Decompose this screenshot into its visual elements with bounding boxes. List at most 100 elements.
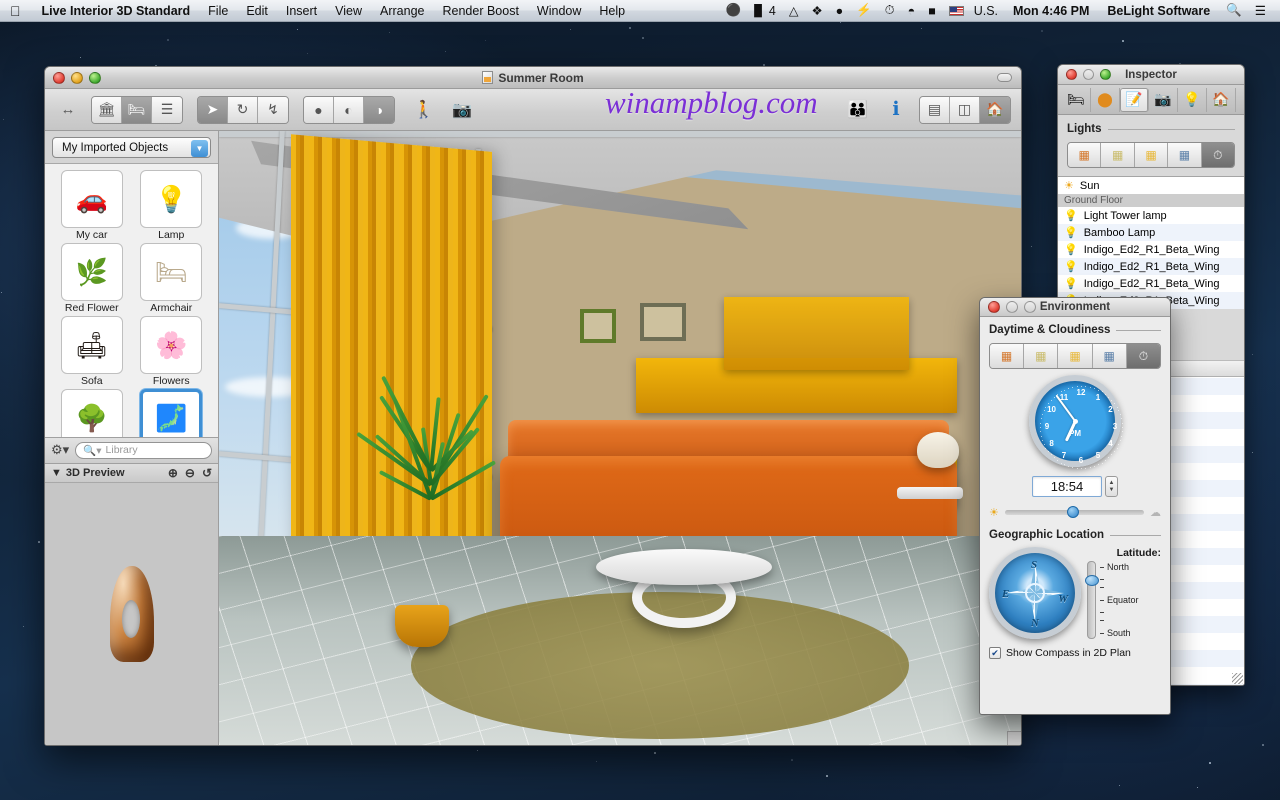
- lights-list-row[interactable]: 💡 Bamboo Lamp: [1058, 224, 1244, 241]
- library-item-red-flower[interactable]: 🌿 Red Flower: [53, 243, 131, 314]
- menu-edit[interactable]: Edit: [237, 4, 277, 18]
- library-item-lamp[interactable]: 💡 Lamp: [133, 170, 211, 241]
- menu-file[interactable]: File: [199, 4, 237, 18]
- compass-widget[interactable]: N E S W: [989, 547, 1081, 639]
- chevron-down-icon[interactable]: ▼: [191, 140, 208, 157]
- 3d-view-button[interactable]: 🏠: [980, 97, 1010, 123]
- light-mode-evening[interactable]: ▦: [1135, 143, 1168, 167]
- flash-icon[interactable]: ⚡: [850, 3, 878, 18]
- checkmark-circle-icon[interactable]: ⚫: [719, 3, 747, 18]
- flat-render-button[interactable]: ●: [304, 97, 334, 123]
- zoom-in-button[interactable]: ⊕: [168, 466, 178, 480]
- realistic-render-button[interactable]: ◑: [364, 97, 394, 123]
- library-item-flowers[interactable]: 🌸 Flowers: [133, 316, 211, 387]
- reset-view-button[interactable]: ↺: [202, 466, 212, 480]
- measure-tool-button[interactable]: ↯: [258, 97, 288, 123]
- apple-menu-icon[interactable]: : [10, 4, 21, 18]
- menubar-clock[interactable]: Mon 4:46 PM: [1005, 4, 1097, 18]
- panel-resize-grip[interactable]: [1232, 673, 1243, 684]
- tab-camera[interactable]: 📷: [1149, 88, 1178, 112]
- show-compass-checkbox[interactable]: ✔: [989, 647, 1001, 659]
- render-viewport[interactable]: [219, 131, 1021, 745]
- triangle-down-icon[interactable]: ▼: [51, 467, 62, 479]
- bulb-off-icon[interactable]: 💡: [1064, 243, 1078, 256]
- time-machine-icon[interactable]: ⏱: [879, 3, 901, 18]
- wall-view-button[interactable]: 🏛: [92, 97, 122, 123]
- menu-app-name[interactable]: Live Interior 3D Standard: [33, 4, 200, 18]
- cloudiness-slider[interactable]: ☀ ☁: [989, 506, 1161, 519]
- daytime-morning[interactable]: ▦: [990, 344, 1024, 368]
- shaded-render-button[interactable]: ◐: [334, 97, 364, 123]
- zoom-out-button[interactable]: ⊖: [185, 466, 195, 480]
- cloudiness-knob[interactable]: [1067, 506, 1079, 518]
- analog-clock[interactable]: PM 12 1 2 3 4 5 6 7 8 9 10 11: [1029, 375, 1121, 467]
- tab-object[interactable]: 🛏: [1062, 88, 1091, 112]
- library-item-armchair[interactable]: 🛏 Armchair: [133, 243, 211, 314]
- viewport-resize-corner[interactable]: [1007, 731, 1021, 745]
- latitude-knob[interactable]: [1085, 575, 1099, 586]
- latitude-slider[interactable]: [1087, 561, 1096, 639]
- lights-list-row[interactable]: 💡 Indigo_Ed2_R1_Beta_Wing: [1058, 275, 1244, 292]
- clock-widget[interactable]: PM 12 1 2 3 4 5 6 7 8 9 10 11: [989, 375, 1161, 467]
- bulb-off-icon[interactable]: 💡: [1064, 260, 1078, 273]
- window-titlebar[interactable]: Summer Room: [45, 67, 1021, 89]
- library-item-bush[interactable]: 🌳 Bush: [53, 389, 131, 437]
- library-item-sofa[interactable]: 🛋 Sofa: [53, 316, 131, 387]
- daytime-noon[interactable]: ▦: [1024, 344, 1058, 368]
- tab-edit[interactable]: 📝: [1120, 88, 1149, 112]
- menu-window[interactable]: Window: [528, 4, 590, 18]
- menubar-user[interactable]: BeLight Software: [1098, 4, 1219, 18]
- menu-insert[interactable]: Insert: [277, 4, 326, 18]
- light-mode-custom[interactable]: ⏱: [1202, 143, 1234, 167]
- figures-icon[interactable]: 👪: [843, 96, 873, 124]
- split-view-button[interactable]: ◫: [950, 97, 980, 123]
- tab-material[interactable]: ⬤: [1091, 88, 1120, 112]
- bulb-on-icon[interactable]: 💡: [1064, 209, 1078, 222]
- wifi-icon[interactable]: ◓: [902, 4, 922, 18]
- gear-icon[interactable]: ⚙▾: [51, 442, 69, 458]
- library-selector[interactable]: My Imported Objects ▼: [52, 137, 211, 158]
- info-icon[interactable]: ℹ: [881, 96, 911, 124]
- select-tool-button[interactable]: ➤: [198, 97, 228, 123]
- light-mode-night[interactable]: ▦: [1168, 143, 1201, 167]
- inspector-titlebar[interactable]: Inspector: [1058, 65, 1244, 85]
- input-locale-label[interactable]: U.S.: [971, 4, 1004, 18]
- search-input[interactable]: 🔍▾ Library: [75, 442, 212, 459]
- preview-viewport[interactable]: [45, 483, 218, 746]
- light-mode-morning[interactable]: ▦: [1068, 143, 1101, 167]
- cloudiness-track[interactable]: [1005, 510, 1144, 515]
- daytime-evening[interactable]: ▦: [1058, 344, 1092, 368]
- menu-view[interactable]: View: [326, 4, 371, 18]
- stepper-updown-icon[interactable]: ▲ ▼: [1105, 476, 1118, 497]
- lights-list-row[interactable]: ☀ Sun: [1058, 177, 1244, 194]
- bulb-off-icon[interactable]: 💡: [1064, 226, 1078, 239]
- rotate-tool-button[interactable]: ↻: [228, 97, 258, 123]
- bulb-off-icon[interactable]: 💡: [1064, 277, 1078, 290]
- lights-list-row[interactable]: 💡 Indigo_Ed2_R1_Beta_Wing: [1058, 258, 1244, 275]
- arrows-horizontal-icon[interactable]: ↔: [53, 96, 83, 124]
- environment-titlebar[interactable]: Environment: [980, 298, 1170, 317]
- menu-help[interactable]: Help: [590, 4, 634, 18]
- battery-icon[interactable]: ■: [922, 4, 942, 18]
- google-drive-icon[interactable]: △: [783, 3, 805, 18]
- tab-lights[interactable]: 💡: [1178, 88, 1207, 112]
- time-input[interactable]: 18:54: [1032, 476, 1102, 497]
- library-item-statue[interactable]: 🗾 Statue: [133, 389, 211, 437]
- input-flag-icon[interactable]: [943, 6, 970, 16]
- daytime-night[interactable]: ▦: [1093, 344, 1127, 368]
- camera-icon[interactable]: 📷: [447, 96, 477, 124]
- light-mode-day[interactable]: ▦: [1101, 143, 1134, 167]
- menu-arrange[interactable]: Arrange: [371, 4, 433, 18]
- daytime-custom[interactable]: ⏱: [1127, 344, 1160, 368]
- tab-building[interactable]: 🏠: [1207, 88, 1236, 112]
- walk-person-icon[interactable]: 🚶: [409, 96, 439, 124]
- lights-list-row[interactable]: 💡 Light Tower lamp: [1058, 207, 1244, 224]
- furniture-view-button[interactable]: 🛏: [122, 97, 152, 123]
- menu-render-boost[interactable]: Render Boost: [433, 4, 527, 18]
- library-item-my-car[interactable]: 🚗 My car: [53, 170, 131, 241]
- evernote-icon[interactable]: ●: [830, 4, 850, 18]
- adobe-icon[interactable]: █: [748, 5, 768, 17]
- dropbox-icon[interactable]: ❖: [805, 3, 828, 18]
- lights-list-row[interactable]: 💡 Indigo_Ed2_R1_Beta_Wing: [1058, 241, 1244, 258]
- search-icon[interactable]: 🔍: [1220, 3, 1248, 18]
